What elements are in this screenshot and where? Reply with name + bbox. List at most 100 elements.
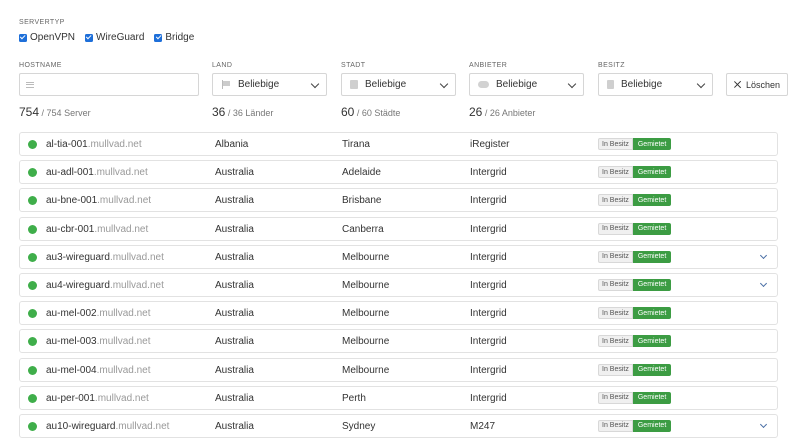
server-city: Perth — [342, 392, 366, 404]
hostname-label: HOSTNAME — [19, 62, 62, 69]
chevron-down-icon — [567, 79, 577, 89]
server-count: 754 / 754 Server — [19, 105, 91, 119]
badge-owned: In Besitz — [598, 138, 633, 150]
server-hostname: au-mel-003.mullvad.net — [46, 336, 151, 347]
server-provider: Intergrid — [470, 195, 507, 207]
badge-rented: Gemietet — [632, 363, 672, 376]
country-count: 36 / 36 Länder — [212, 105, 273, 119]
server-city: Canberra — [342, 223, 384, 235]
stadt-select-value: Beliebige — [365, 79, 407, 90]
server-hostname-domain: .mullvad.net — [96, 308, 151, 320]
server-hostname-domain: .mullvad.net — [94, 223, 149, 235]
server-row[interactable]: au-bne-001.mullvad.net Australia Brisbane I… — [19, 188, 778, 213]
server-hostname: au-cbr-001.mullvad.net — [46, 224, 148, 235]
server-hostname-name: au-mel-004 — [46, 364, 97, 376]
anbieter-label: ANBIETER — [469, 62, 508, 69]
city-count-shown: 60 — [341, 105, 355, 119]
server-row[interactable]: au10-wireguard.mullvad.net Australia Sydne… — [19, 413, 778, 438]
server-country: Australia — [215, 223, 254, 235]
server-hostname: au4-wireguard.mullvad.net — [46, 280, 164, 291]
checkbox-checked-icon[interactable] — [154, 33, 163, 42]
flag-icon — [221, 80, 231, 89]
badge-rented: Gemietet — [632, 166, 672, 179]
ownership-badges: In Besitz Gemietet — [598, 138, 672, 150]
checkbox-checked-icon[interactable] — [85, 33, 94, 42]
city-count-total: / 60 Städte — [356, 108, 401, 118]
server-provider: Intergrid — [470, 392, 507, 404]
besitz-label: BESITZ — [598, 62, 625, 69]
close-icon — [734, 81, 741, 88]
provider-count: 26 / 26 Anbieter — [469, 105, 535, 119]
status-online-icon — [28, 224, 37, 234]
city-count: 60 / 60 Städte — [341, 105, 400, 119]
hostname-input[interactable] — [38, 79, 188, 90]
expand-chevron-icon[interactable] — [759, 279, 768, 287]
checkbox-checked-icon[interactable] — [19, 33, 27, 42]
server-row[interactable]: au4-wireguard.mullvad.net Australia Melbou… — [19, 272, 778, 297]
checkbox-openvpn[interactable]: OpenVPN — [19, 32, 75, 43]
server-hostname: au-bne-001.mullvad.net — [46, 195, 151, 206]
ownership-badges: In Besitz Gemietet — [598, 363, 672, 376]
server-hostname-domain: .mullvad.net — [109, 279, 164, 291]
expand-chevron-icon[interactable] — [759, 420, 768, 428]
checkbox-bridge[interactable]: Bridge — [154, 32, 194, 43]
server-count-shown: 754 — [19, 105, 40, 119]
besitz-select[interactable]: Beliebige — [598, 73, 713, 96]
server-hostname: au10-wireguard.mullvad.net — [46, 421, 169, 432]
server-row[interactable]: al-tia-001.mullvad.net Albania Tirana iRegi… — [19, 132, 778, 156]
ownership-badges: In Besitz Gemietet — [598, 222, 672, 235]
server-provider: Intergrid — [470, 336, 507, 348]
checkbox-wireguard[interactable]: WireGuard — [85, 32, 144, 43]
ownership-badges: In Besitz Gemietet — [598, 391, 672, 404]
provider-count-total: / 26 Anbieter — [484, 108, 536, 118]
server-count-total: / 754 Server — [41, 108, 91, 118]
badge-owned: In Besitz — [598, 307, 633, 320]
server-country: Australia — [215, 364, 254, 376]
server-hostname-name: au3-wireguard — [46, 251, 110, 263]
server-row[interactable]: au-adl-001.mullvad.net Australia Adelaide I… — [19, 160, 778, 185]
badge-owned: In Besitz — [598, 250, 633, 263]
building-icon — [350, 80, 358, 89]
server-row[interactable]: au-per-001.mullvad.net Australia Perth Inte… — [19, 385, 778, 410]
server-hostname: au3-wireguard.mullvad.net — [46, 252, 164, 263]
server-row[interactable]: au-cbr-001.mullvad.net Australia Canberra I… — [19, 216, 778, 241]
server-row[interactable]: au-mel-003.mullvad.net Australia Melbourne… — [19, 329, 778, 354]
server-city: Melbourne — [342, 308, 390, 320]
server-hostname-name: au-mel-002 — [46, 308, 97, 320]
clear-filters-button[interactable]: Löschen — [726, 73, 788, 96]
land-select-value: Beliebige — [238, 79, 280, 90]
server-city: Adelaide — [342, 167, 381, 179]
expand-chevron-icon[interactable] — [759, 251, 768, 259]
status-online-icon — [28, 365, 37, 375]
country-count-shown: 36 — [212, 105, 226, 119]
chevron-down-icon — [439, 79, 449, 89]
server-provider: Intergrid — [470, 251, 507, 263]
land-label: LAND — [212, 62, 233, 69]
status-online-icon — [28, 421, 37, 431]
server-city: Sydney — [342, 420, 376, 432]
land-select[interactable]: Beliebige — [212, 73, 327, 96]
server-row[interactable]: au3-wireguard.mullvad.net Australia Melbou… — [19, 244, 778, 269]
anbieter-select[interactable]: Beliebige — [469, 73, 584, 96]
server-hostname-domain: .mullvad.net — [87, 139, 142, 150]
ownership-badges: In Besitz Gemietet — [598, 166, 672, 179]
server-row[interactable]: au-mel-002.mullvad.net Australia Melbourne… — [19, 301, 778, 326]
server-hostname-name: au-adl-001 — [46, 167, 94, 179]
server-provider: M247 — [470, 420, 496, 432]
hostname-search-box[interactable] — [19, 73, 199, 96]
ownership-badges: In Besitz Gemietet — [598, 194, 672, 207]
server-hostname-name: au10-wireguard — [46, 420, 116, 432]
stadt-select[interactable]: Beliebige — [341, 73, 456, 96]
server-hostname: au-mel-002.mullvad.net — [46, 308, 151, 319]
server-hostname-name: au-per-001 — [46, 392, 95, 404]
status-online-icon — [28, 393, 37, 403]
server-hostname-name: au4-wireguard — [46, 279, 110, 291]
server-city: Melbourne — [342, 364, 390, 376]
ownership-badges: In Besitz Gemietet — [598, 307, 672, 320]
ownership-badges: In Besitz Gemietet — [598, 250, 672, 263]
status-online-icon — [28, 337, 37, 347]
server-country: Australia — [215, 279, 254, 291]
chevron-down-icon — [696, 79, 706, 89]
server-type-checkboxes: OpenVPN WireGuard Bridge — [19, 32, 194, 43]
server-row[interactable]: au-mel-004.mullvad.net Australia Melbourne… — [19, 357, 778, 382]
